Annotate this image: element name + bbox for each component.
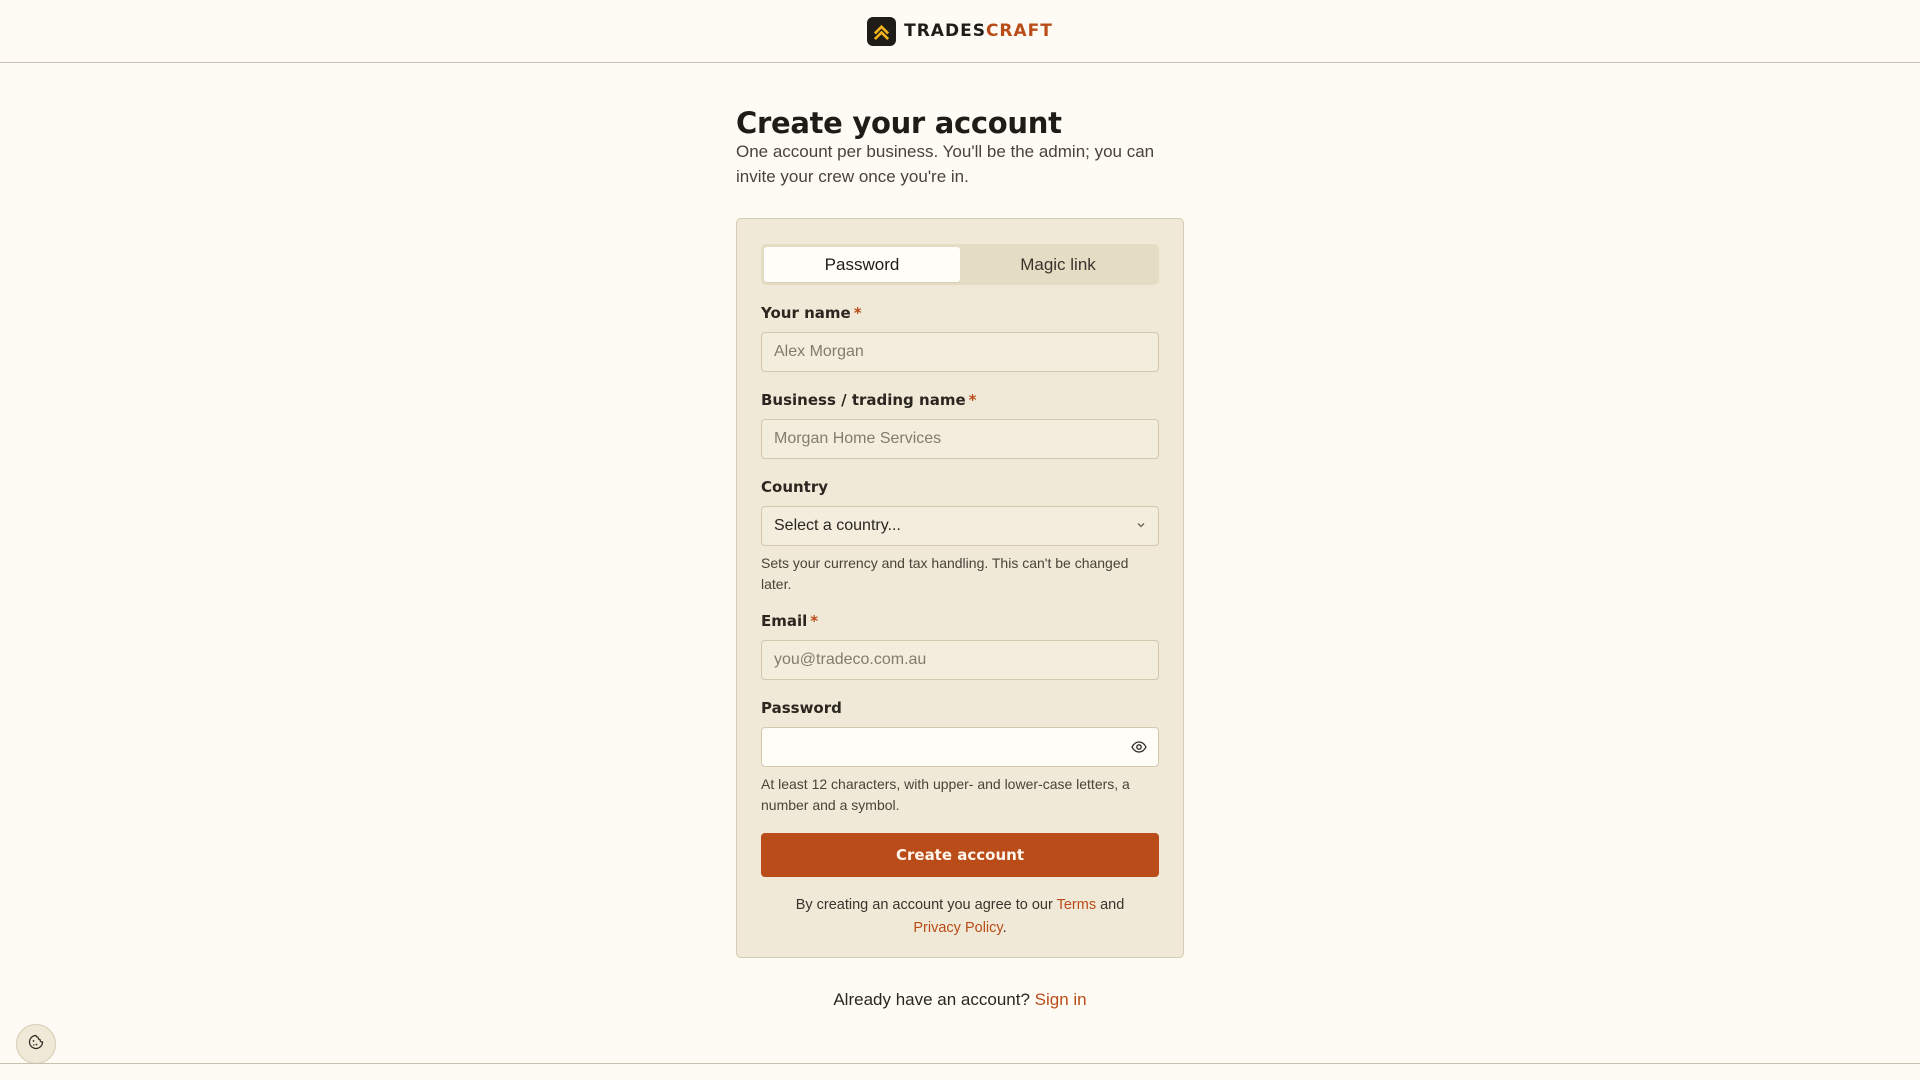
sign-in-link[interactable]: Sign in	[1035, 990, 1087, 1009]
country-select[interactable]: Select a country...	[761, 506, 1159, 546]
business-label: Business / trading name *	[761, 390, 1159, 410]
email-field-group: Email *	[761, 611, 1159, 680]
name-label: Your name *	[761, 303, 1159, 323]
business-label-text: Business / trading name	[761, 391, 966, 409]
required-marker: *	[968, 391, 977, 409]
brand-name-part2: CRAFT	[985, 21, 1053, 41]
password-box	[761, 727, 1159, 767]
email-label-text: Email	[761, 612, 808, 630]
business-field-group: Business / trading name *	[761, 390, 1159, 459]
legal-prefix: By creating an account you agree to our	[795, 897, 1057, 913]
legal-suffix: .	[1002, 920, 1007, 936]
legal-and: and	[1096, 897, 1125, 913]
signin-prompt: Already have an account? Sign in	[736, 990, 1184, 1010]
email-input[interactable]	[761, 640, 1159, 680]
cookie-icon	[28, 1034, 44, 1055]
privacy-policy-link[interactable]: Privacy Policy	[913, 920, 1002, 936]
tab-password[interactable]: Password	[764, 247, 960, 282]
tab-magic-link[interactable]: Magic link	[960, 247, 1156, 282]
top-bar: TRADESCRAFT	[0, 0, 1920, 63]
country-hint: Sets your currency and tax handling. Thi…	[761, 555, 1129, 592]
password-input[interactable]	[774, 728, 1130, 766]
page-subtitle: One account per business. You'll be the …	[736, 142, 1155, 186]
cookie-settings-button[interactable]	[16, 1024, 56, 1064]
page-title: Create your account	[736, 106, 1062, 140]
name-field-group: Your name *	[761, 303, 1159, 372]
name-label-text: Your name	[761, 304, 851, 322]
country-select-value: Select a country...	[774, 517, 901, 534]
eye-icon[interactable]	[1130, 738, 1148, 756]
brand-name-part1: TRADES	[904, 21, 986, 41]
create-account-button[interactable]: Create account	[761, 833, 1159, 877]
chevron-up-icon	[867, 16, 897, 46]
chevron-down-icon	[1136, 519, 1146, 533]
password-label: Password	[761, 699, 842, 717]
page-header: Create your account One account per busi…	[736, 105, 1184, 189]
bottom-divider	[0, 1063, 1920, 1064]
legal-notice: By creating an account you agree to our …	[761, 894, 1159, 940]
auth-method-tabs: Password Magic link	[761, 244, 1159, 285]
signin-prompt-text: Already have an account?	[833, 990, 1035, 1009]
password-hint: At least 12 characters, with upper- and …	[761, 776, 1130, 813]
name-input[interactable]	[761, 332, 1159, 372]
required-marker: *	[810, 612, 819, 630]
signup-form-card: Password Magic link Your name* Business …	[736, 218, 1184, 958]
brand-wordmark: TRADESCRAFT	[904, 21, 1053, 41]
terms-link[interactable]: Terms	[1057, 897, 1096, 913]
required-marker: *	[853, 304, 862, 322]
email-label: Email *	[761, 611, 1159, 631]
country-field-group: Country Select a country... Sets your cu…	[761, 477, 1159, 595]
country-label: Country	[761, 478, 829, 496]
brand-logo-link[interactable]: TRADESCRAFT	[867, 16, 1053, 46]
password-field-group: Password At least 12 characters, with up…	[761, 698, 1159, 816]
business-name-input[interactable]	[761, 419, 1159, 459]
